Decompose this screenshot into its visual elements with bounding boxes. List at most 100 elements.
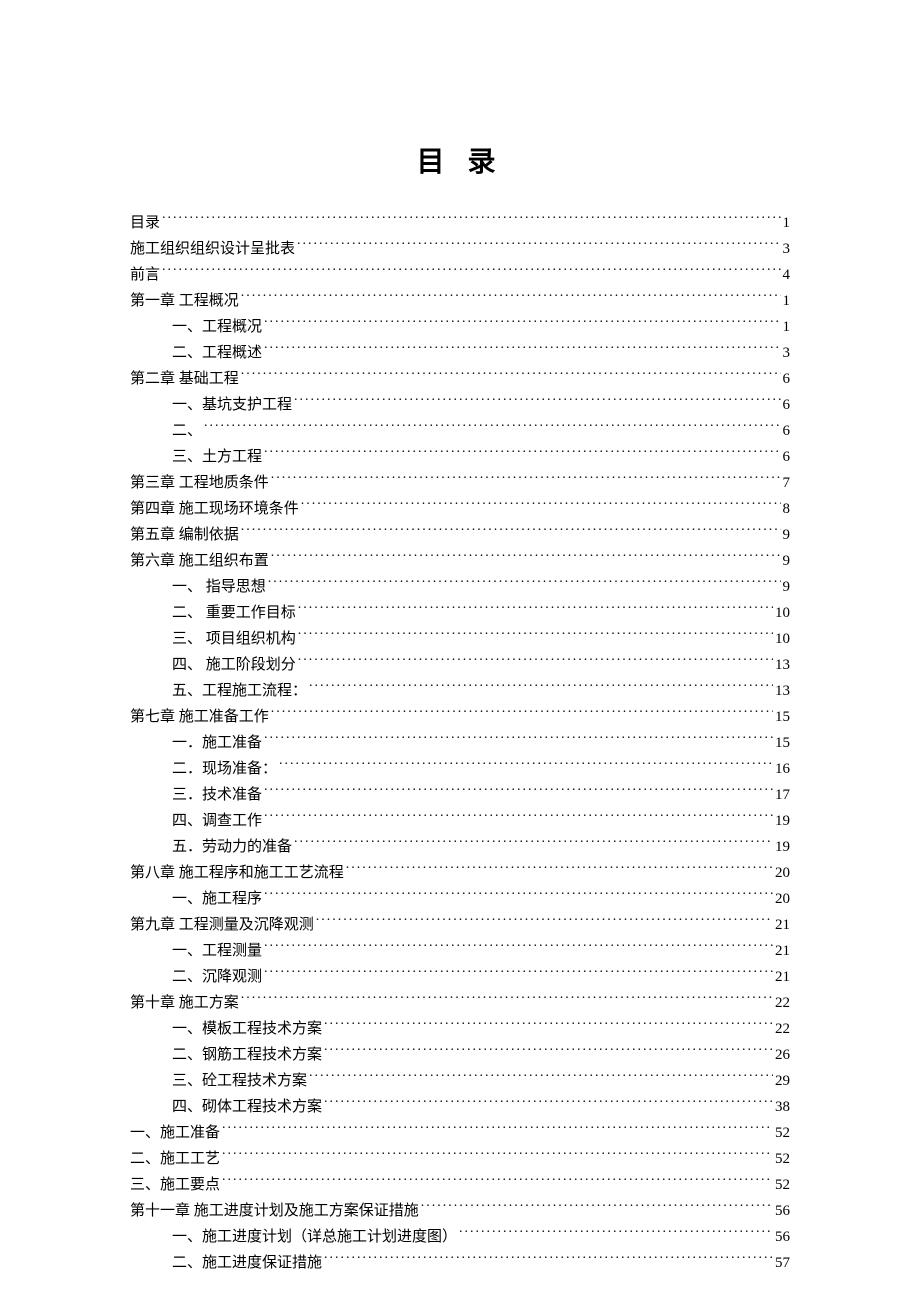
toc-entry-leader xyxy=(264,782,773,799)
toc-entry-page: 8 xyxy=(783,497,791,523)
toc-entry-label: 一、模板工程技术方案 xyxy=(172,1017,322,1043)
toc-entry-leader xyxy=(241,990,773,1007)
toc-entry-page: 6 xyxy=(783,419,791,445)
toc-entry-label: 二、钢筋工程技术方案 xyxy=(172,1043,322,1069)
toc-entry-leader xyxy=(324,1016,773,1033)
toc-entry: 一、施工准备52 xyxy=(130,1120,790,1146)
toc-entry-page: 29 xyxy=(775,1069,790,1095)
toc-entry-page: 19 xyxy=(775,809,790,835)
toc-entry-label: 第六章 施工组织布置 xyxy=(130,549,269,575)
toc-entry: 第九章 工程测量及沉降观测 21 xyxy=(130,912,790,938)
toc-entry-page: 20 xyxy=(775,887,790,913)
toc-entry: 三、砼工程技术方案 29 xyxy=(130,1068,790,1094)
toc-entry-label: 一、基坑支护工程 xyxy=(172,393,292,419)
toc-entry-page: 3 xyxy=(783,341,791,367)
toc-entry-label: 目录 xyxy=(130,211,160,237)
toc-entry-label: 二、工程概述 xyxy=(172,341,262,367)
toc-entry-leader xyxy=(241,522,781,539)
toc-entry-label: 三．技术准备 xyxy=(172,783,262,809)
toc-entry: 一、施工进度计划（详总施工计划进度图）56 xyxy=(130,1224,790,1250)
toc-entry-leader xyxy=(324,1042,773,1059)
toc-entry-label: 五、工程施工流程： xyxy=(172,679,307,705)
table-of-contents: 目录1施工组织组织设计呈批表3前言4第一章 工程概况1一、工程概况1二、工程概述… xyxy=(130,210,790,1276)
toc-entry-leader xyxy=(294,392,780,409)
page-title: 目 录 xyxy=(130,140,790,180)
toc-entry-page: 22 xyxy=(775,1017,790,1043)
toc-entry-leader xyxy=(264,808,773,825)
toc-entry-leader xyxy=(459,1224,773,1241)
toc-entry: 五．劳动力的准备19 xyxy=(130,834,790,860)
toc-entry-label: 第十章 施工方案 xyxy=(130,991,239,1017)
toc-entry-leader xyxy=(162,210,780,227)
toc-entry-leader xyxy=(241,288,781,305)
toc-entry-page: 1 xyxy=(783,211,791,237)
toc-entry-label: 三、 项目组织机构 xyxy=(172,627,296,653)
toc-entry-leader xyxy=(324,1250,773,1267)
toc-entry-label: 第三章 工程地质条件 xyxy=(130,471,269,497)
toc-entry-leader xyxy=(346,860,773,877)
toc-entry-page: 7 xyxy=(783,471,791,497)
toc-entry: 一、施工程序 20 xyxy=(130,886,790,912)
toc-entry: 第五章 编制依据9 xyxy=(130,522,790,548)
toc-entry-page: 21 xyxy=(775,965,790,991)
toc-entry-leader xyxy=(264,886,773,903)
toc-entry: 一、工程测量21 xyxy=(130,938,790,964)
toc-entry-label: 第二章 基础工程 xyxy=(130,367,239,393)
toc-entry: 二、施工工艺52 xyxy=(130,1146,790,1172)
toc-entry-leader xyxy=(271,704,773,721)
toc-entry-page: 21 xyxy=(775,913,790,939)
toc-entry-label: 五．劳动力的准备 xyxy=(172,835,292,861)
toc-entry: 第八章 施工程序和施工工艺流程20 xyxy=(130,860,790,886)
toc-entry-page: 9 xyxy=(783,575,791,601)
toc-entry-label: 三、砼工程技术方案 xyxy=(172,1069,307,1095)
toc-entry-label: 一、施工进度计划（详总施工计划进度图） xyxy=(172,1225,457,1251)
toc-entry-page: 52 xyxy=(775,1147,790,1173)
toc-entry-page: 9 xyxy=(783,549,791,575)
toc-entry-page: 13 xyxy=(775,679,790,705)
toc-entry-leader xyxy=(297,236,780,253)
toc-entry: 第十章 施工方案22 xyxy=(130,990,790,1016)
toc-entry: 一、工程概况1 xyxy=(130,314,790,340)
toc-entry-label: 第九章 工程测量及沉降观测 xyxy=(130,913,314,939)
toc-entry: 二．现场准备：16 xyxy=(130,756,790,782)
toc-entry-leader xyxy=(309,1068,773,1085)
toc-entry-label: 二、施工进度保证措施 xyxy=(172,1251,322,1277)
toc-entry-leader xyxy=(268,574,781,591)
toc-entry: 四、调查工作19 xyxy=(130,808,790,834)
toc-entry: 目录 1 xyxy=(130,210,790,236)
toc-entry-page: 3 xyxy=(783,237,791,263)
toc-entry-page: 52 xyxy=(775,1173,790,1199)
toc-entry: 四、砌体工程技术方案38 xyxy=(130,1094,790,1120)
toc-entry-leader xyxy=(264,938,773,955)
toc-entry-label: 一、施工程序 xyxy=(172,887,262,913)
toc-entry-leader xyxy=(316,912,773,929)
toc-entry-label: 一、工程概况 xyxy=(172,315,262,341)
toc-entry-leader xyxy=(222,1146,773,1163)
toc-entry-leader xyxy=(241,366,781,383)
toc-entry-label: 第十一章 施工进度计划及施工方案保证措施 xyxy=(130,1199,419,1225)
toc-entry-leader xyxy=(301,496,781,513)
toc-entry: 第二章 基础工程 6 xyxy=(130,366,790,392)
toc-entry-page: 20 xyxy=(775,861,790,887)
toc-entry-leader xyxy=(298,600,773,617)
toc-entry: 第一章 工程概况1 xyxy=(130,288,790,314)
toc-entry-label: 第七章 施工准备工作 xyxy=(130,705,269,731)
toc-entry-leader xyxy=(298,652,773,669)
toc-entry-label: 二．现场准备： xyxy=(172,757,277,783)
toc-entry-leader xyxy=(294,834,773,851)
toc-entry: 一、基坑支护工程6 xyxy=(130,392,790,418)
toc-entry: 第十一章 施工进度计划及施工方案保证措施56 xyxy=(130,1198,790,1224)
toc-entry-label: 四、 施工阶段划分 xyxy=(172,653,296,679)
toc-entry: 四、 施工阶段划分13 xyxy=(130,652,790,678)
toc-entry-label: 二、 xyxy=(172,419,202,445)
toc-entry-page: 6 xyxy=(783,367,791,393)
toc-entry-page: 9 xyxy=(783,523,791,549)
toc-entry: 一．施工准备15 xyxy=(130,730,790,756)
toc-entry-leader xyxy=(309,678,773,695)
toc-entry-leader xyxy=(271,548,781,565)
toc-entry: 二、 重要工作目标10 xyxy=(130,600,790,626)
toc-entry: 二、钢筋工程技术方案26 xyxy=(130,1042,790,1068)
toc-entry-page: 17 xyxy=(775,783,790,809)
toc-entry-leader xyxy=(324,1094,773,1111)
toc-entry-label: 第一章 工程概况 xyxy=(130,289,239,315)
